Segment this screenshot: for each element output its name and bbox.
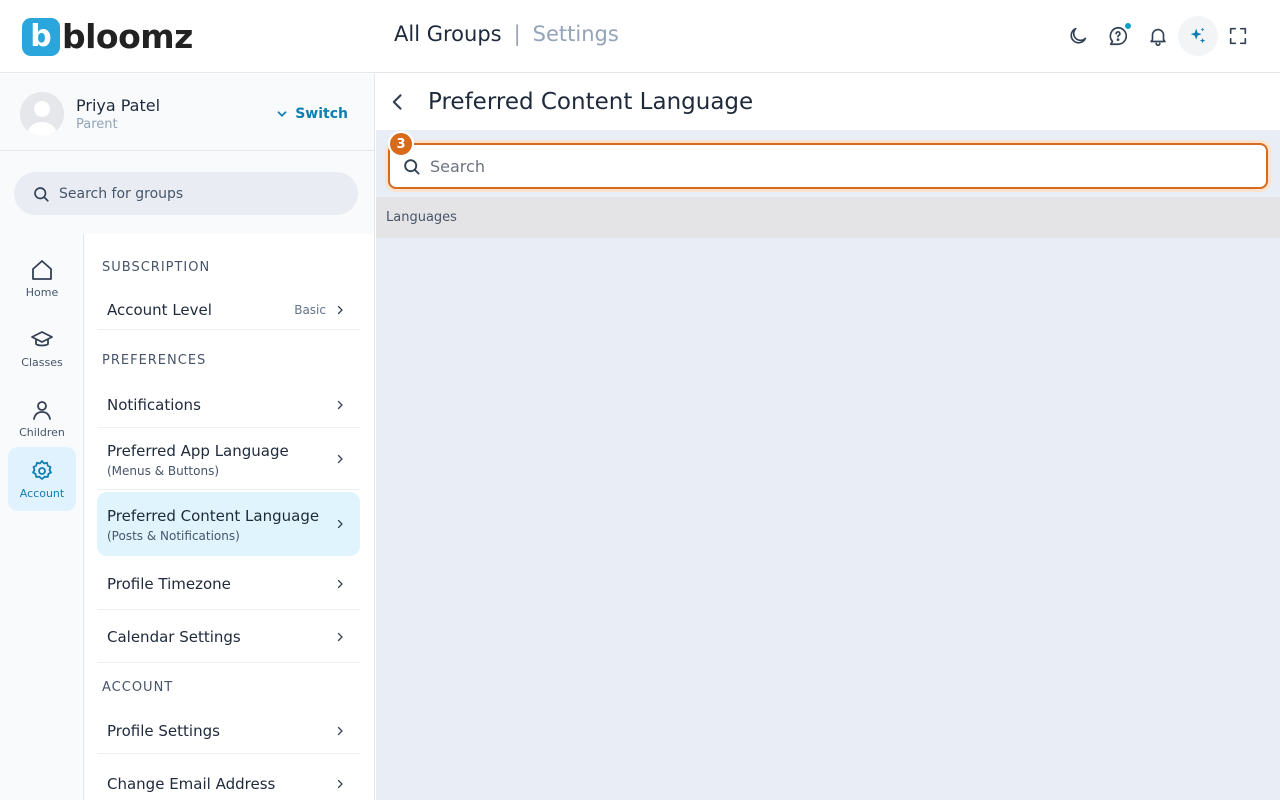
ai-sparkle-icon [1190, 27, 1206, 44]
chevron-right-icon [337, 726, 343, 735]
profile-name: Priya Patel [76, 96, 161, 115]
menu-item-label: Change Email Address [107, 775, 276, 793]
bell-icon [1150, 28, 1166, 46]
chevron-right-icon [337, 632, 343, 641]
notifications-button[interactable] [1138, 16, 1178, 56]
chevron-right-icon [337, 519, 343, 529]
menu-item-label: Account Level [107, 300, 212, 319]
menu-item-label: Notifications [107, 396, 201, 414]
search-icon [404, 158, 420, 175]
menu-item-notifications[interactable]: Notifications [97, 383, 360, 428]
search-icon [34, 186, 49, 202]
moon-icon [1070, 27, 1087, 44]
chevron-right-icon [337, 779, 343, 789]
menu-item-app-language[interactable]: Preferred App Language (Menus & Buttons) [97, 429, 360, 490]
logo-mark: b [22, 17, 60, 56]
menu-item-account-level[interactable]: Account Level Basic [97, 290, 360, 330]
menu-item-label: Profile Timezone [107, 574, 231, 593]
breadcrumb: All Groups | Settings [394, 22, 619, 46]
rail-item-classes[interactable]: Classes [8, 316, 76, 380]
section-preferences: PREFERENCES [102, 353, 207, 368]
menu-item-timezone[interactable]: Profile Timezone [97, 558, 360, 610]
languages-section-header: Languages [376, 197, 1280, 238]
avatar-placeholder-icon [20, 92, 64, 136]
bloomz-logo[interactable]: b bloomz [22, 17, 193, 56]
profile-role: Parent [76, 117, 118, 132]
menu-item-label: Preferred Content Language [107, 506, 320, 525]
account-level-badge: Basic [294, 302, 326, 317]
step-badge: 3 [388, 131, 414, 157]
menu-item-sublabel: (Menus & Buttons) [107, 463, 219, 478]
menu-item-content-language[interactable]: Preferred Content Language (Posts & Noti… [97, 492, 360, 556]
header-actions [1058, 16, 1258, 56]
chevron-right-icon [337, 400, 343, 410]
nav-rail: Home Classes Children Account [0, 234, 84, 800]
section-subscription: SUBSCRIPTION [102, 260, 211, 275]
top-bar: b bloomz All Groups | Settings [0, 0, 1280, 73]
rail-item-account[interactable]: Account [8, 447, 76, 511]
switch-label: Switch [295, 106, 348, 122]
group-search-placeholder: Search for groups [59, 185, 184, 202]
section-account: ACCOUNT [102, 680, 174, 695]
rail-label: Home [25, 285, 59, 299]
group-search-input[interactable]: Search for groups [14, 172, 358, 215]
menu-item-change-email[interactable]: Change Email Address [97, 761, 360, 800]
settings-menu: SUBSCRIPTION Account Level Basic PREFERE… [85, 234, 374, 800]
menu-item-label: Calendar Settings [107, 627, 241, 646]
menu-item-calendar[interactable]: Calendar Settings [97, 611, 360, 663]
rail-item-children[interactable]: Children [8, 386, 76, 450]
avatar[interactable] [20, 92, 64, 136]
rail-label: Classes [21, 355, 63, 369]
profile-header: Priya Patel Parent Switch [0, 74, 374, 151]
left-panel: Priya Patel Parent Switch Search for gro… [0, 74, 375, 800]
menu-item-label: Profile Settings [107, 721, 220, 740]
main-content: Preferred Content Language 3 Languages [376, 74, 1280, 800]
language-search-field[interactable]: 3 [388, 131, 1268, 189]
rail-label: Account [19, 486, 65, 500]
home-icon [32, 259, 52, 280]
breadcrumb-all-groups[interactable]: All Groups [394, 22, 502, 46]
rail-item-home[interactable]: Home [8, 246, 76, 310]
back-arrow-icon[interactable] [388, 92, 408, 112]
graduation-cap-icon [31, 330, 53, 346]
chevron-down-icon [277, 111, 287, 117]
person-icon [33, 400, 51, 420]
menu-item-sublabel: (Posts & Notifications) [107, 528, 240, 543]
help-button[interactable] [1098, 16, 1138, 56]
logo-text: bloomz [62, 17, 193, 56]
gear-icon [32, 459, 52, 480]
chevron-right-icon [337, 454, 343, 464]
breadcrumb-settings: Settings [532, 22, 619, 46]
fullscreen-icon [1229, 27, 1247, 45]
help-notification-dot [1124, 22, 1132, 30]
ai-assistant-button[interactable] [1178, 16, 1218, 56]
menu-item-label: Preferred App Language [107, 441, 289, 460]
switch-profile-button[interactable]: Switch [275, 106, 348, 122]
rail-label: Children [19, 425, 65, 439]
dark-mode-button[interactable] [1058, 16, 1098, 56]
breadcrumb-separator: | [513, 22, 521, 46]
language-search-input[interactable] [430, 156, 1230, 176]
menu-item-profile-settings[interactable]: Profile Settings [97, 708, 360, 754]
chevron-right-icon [337, 579, 343, 588]
page-title: Preferred Content Language [428, 89, 754, 115]
fullscreen-button[interactable] [1218, 16, 1258, 56]
page-header: Preferred Content Language [376, 74, 1280, 130]
chevron-right-icon [337, 305, 343, 314]
